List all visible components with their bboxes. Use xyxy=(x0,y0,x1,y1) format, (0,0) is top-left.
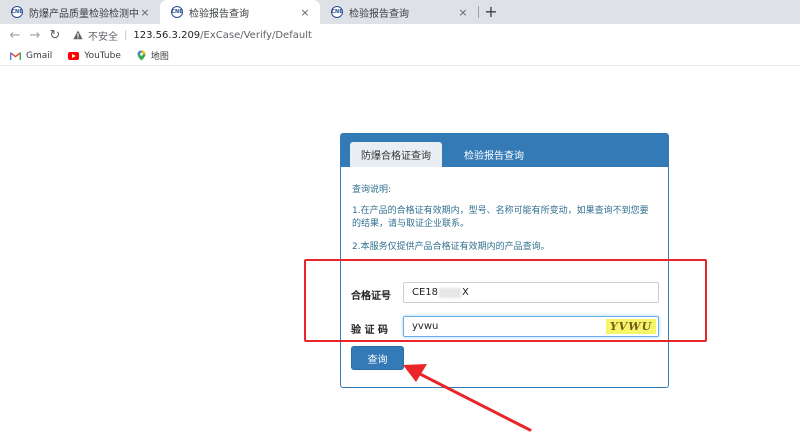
browser-window: CNE 防爆产品质量检验检测中心(天津 × CNE 检验报告查询 × CNE 检… xyxy=(0,0,800,443)
annotation-arrow xyxy=(403,364,532,432)
